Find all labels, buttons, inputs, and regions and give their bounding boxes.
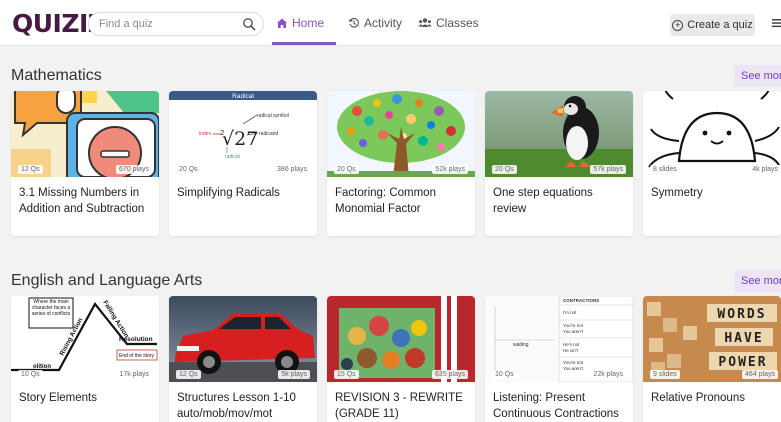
users-icon	[418, 18, 432, 27]
quiz-title: Factoring: Common Monomial Factor	[335, 187, 436, 215]
thumb-row-4: He's not	[563, 342, 580, 347]
quiz-title: Simplifying Radicals	[177, 187, 280, 199]
thumb-waiting: waiting	[513, 342, 529, 348]
quiz-title: Listening: Present Continuous Contractio…	[493, 392, 619, 420]
thumb-row-1: I'm not	[563, 310, 577, 315]
thumb-rising-description: Where the main character faces a series …	[31, 299, 71, 317]
search-box[interactable]: Find a quiz	[88, 12, 264, 36]
quiz-card[interactable]: Where the main character faces a series …	[11, 296, 159, 422]
quiz-card[interactable]: CONTRACTIONS I'm not You're not You aren…	[485, 296, 633, 422]
plus-circle-icon: +	[672, 19, 684, 31]
plays-count-badge: 52k plays	[432, 165, 468, 174]
thumb-radical-heading: Radical	[232, 93, 254, 100]
plays-count-badge: 4k plays	[749, 165, 781, 174]
menu-icon[interactable]	[772, 17, 781, 29]
question-count-badge: 20 Qs	[492, 165, 517, 174]
plays-count-badge: 635 plays	[432, 370, 468, 379]
create-quiz-label: Create a quiz	[687, 19, 753, 31]
quiz-card[interactable]: 20 Qs 57k plays One step equations revie…	[485, 91, 633, 236]
thumb-label-index: index	[199, 131, 211, 137]
slide-count-badge: 9 slides	[650, 370, 680, 379]
quiz-title: 3.1 Missing Numbers in Addition and Subt…	[19, 187, 145, 215]
plays-count-badge: 17k plays	[116, 370, 152, 379]
quiz-title: Relative Pronouns	[651, 392, 745, 404]
question-count-badge: 10 Qs	[18, 370, 43, 379]
question-count-badge: 12 Qs	[18, 165, 43, 174]
quiz-title: Symmetry	[651, 187, 703, 199]
plays-count-badge: 5k plays	[278, 370, 310, 379]
thumb-row-5: He isn't	[563, 348, 579, 353]
thumb-contractions-heading: CONTRACTIONS	[563, 298, 599, 303]
quiz-title: REVISION 3 - REWRITE (GRADE 11)	[335, 392, 463, 420]
nav-classes-label: Classes	[436, 16, 479, 30]
question-count-badge: 12 Qs	[176, 370, 201, 379]
thumb-radical-expression: √27	[222, 128, 258, 150]
see-more-english-button[interactable]: See more	[734, 270, 781, 292]
plays-count-badge: 57k plays	[590, 165, 626, 174]
section-title-mathematics: Mathematics	[11, 67, 102, 84]
home-icon	[277, 18, 287, 28]
quiz-title: Structures Lesson 1-10 auto/mob/mov/mot	[177, 392, 296, 420]
question-count-badge: 20 Qs	[334, 165, 359, 174]
quiz-card[interactable]: 15 Qs 635 plays REVISION 3 - REWRITE (GR…	[327, 296, 475, 422]
quiz-card[interactable]: 12 Qs 670 plays 3.1 Missing Numbers in A…	[11, 91, 159, 236]
thumb-row-6: You're not	[563, 360, 584, 365]
top-bar: QUIZIZZ Find a quiz Home Activity Classe…	[0, 0, 781, 46]
quiz-card[interactable]: WORDS HAVE POWER 9 slides 464 plays Rela…	[643, 296, 781, 422]
nav-home[interactable]: Home	[276, 0, 324, 46]
thumb-label-radicand: radicand	[259, 131, 278, 137]
search-input[interactable]: Find a quiz	[99, 18, 153, 30]
question-count-badge: 10 Qs	[492, 370, 517, 379]
nav-activity[interactable]: Activity	[348, 0, 402, 46]
thumb-label-radical: radical	[225, 154, 240, 160]
nav-home-label: Home	[292, 16, 325, 30]
section-title-english-language-arts: English and Language Arts	[11, 272, 203, 289]
search-icon[interactable]	[242, 17, 256, 31]
slide-count-badge: 8 slides	[650, 165, 680, 174]
thumb-end-of-story: End of the story	[119, 353, 155, 359]
quiz-card[interactable]: 20 Qs 52k plays Factoring: Common Monomi…	[327, 91, 475, 236]
plays-count-badge: 386 plays	[274, 165, 310, 174]
plays-count-badge: 670 plays	[116, 165, 152, 174]
thumb-resolution: Resolution	[119, 336, 153, 343]
quiz-card[interactable]: Radical radical symbol index radicand ra…	[169, 91, 317, 236]
thumb-tiles-power: POWER	[718, 355, 767, 370]
quiz-title: One step equations review	[493, 187, 593, 215]
nav-activity-label: Activity	[364, 16, 403, 30]
history-icon	[348, 17, 359, 28]
nav-classes[interactable]: Classes	[418, 0, 479, 46]
thumb-row-7: You aren't	[563, 366, 584, 371]
active-tab-indicator	[272, 42, 336, 45]
question-count-badge: 20 Qs	[176, 165, 201, 174]
plays-count-badge: 464 plays	[742, 370, 778, 379]
quiz-title: Story Elements	[19, 392, 97, 404]
create-quiz-button[interactable]: + Create a quiz	[670, 14, 755, 36]
quiz-card[interactable]: 12 Qs 5k plays Structures Lesson 1-10 au…	[169, 296, 317, 422]
thumb-label-radical-symbol: radical symbol	[257, 113, 289, 119]
thumb-tiles-words: WORDS	[717, 307, 766, 322]
thumb-tiles-have: HAVE	[724, 331, 763, 346]
thumb-row-3: You aren't	[563, 329, 584, 334]
quiz-card[interactable]: 8 slides 4k plays Symmetry	[643, 91, 781, 236]
question-count-badge: 15 Qs	[334, 370, 359, 379]
plays-count-badge: 22k plays	[590, 370, 626, 379]
thumb-row-2: You're not	[563, 323, 584, 328]
see-more-mathematics-button[interactable]: See more	[734, 65, 781, 87]
